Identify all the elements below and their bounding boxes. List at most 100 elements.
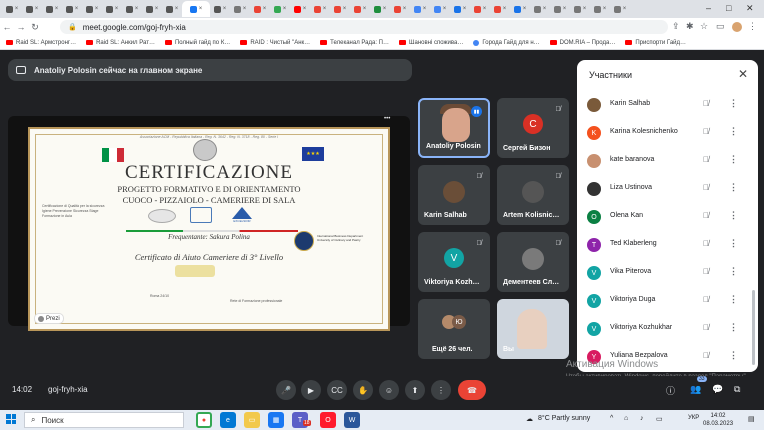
profile-avatar[interactable] — [732, 22, 742, 32]
reload-icon[interactable]: ↻ — [28, 22, 42, 33]
browser-tab[interactable]: × — [610, 1, 630, 17]
close-window-icon[interactable]: ✕ — [746, 3, 754, 14]
tab-close-icon[interactable]: × — [403, 6, 407, 12]
browser-tab[interactable]: × — [430, 1, 450, 17]
tab-close-icon[interactable]: × — [155, 6, 159, 12]
more-vert-icon[interactable]: ⋮ — [729, 210, 738, 221]
browser-tab[interactable]: × — [270, 1, 290, 17]
browser-tab[interactable]: × — [450, 1, 470, 17]
weather-icon[interactable]: ☁ — [526, 415, 533, 423]
mic-off-icon[interactable]: 🎙̸ — [703, 183, 709, 192]
bookmark-item[interactable]: Телеканал Рада: П… — [320, 40, 389, 46]
tile-participant[interactable]: 🎙̸ V Viktoriya Kozh… — [418, 232, 490, 292]
browser-tab[interactable]: × — [62, 1, 82, 17]
tab-close-icon[interactable]: × — [323, 6, 327, 12]
more-options-button[interactable]: ⋮ — [431, 380, 451, 400]
tab-close-icon[interactable]: × — [243, 6, 247, 12]
mic-off-icon[interactable]: 🎙̸ — [703, 267, 709, 276]
tab-close-icon[interactable]: × — [75, 6, 79, 12]
browser-tab[interactable]: × — [82, 1, 102, 17]
browser-tab[interactable]: × — [510, 1, 530, 17]
more-vert-icon[interactable]: ⋮ — [729, 238, 738, 249]
mic-off-icon[interactable]: 🎙̸ — [703, 211, 709, 220]
more-vert-icon[interactable]: ⋮ — [729, 126, 738, 137]
tab-close-icon[interactable]: × — [15, 6, 19, 12]
tile-participant[interactable]: 🎙̸ С Сергей Бизон — [497, 98, 569, 158]
more-vert-icon[interactable]: ⋮ — [729, 182, 738, 193]
minimize-icon[interactable]: – — [706, 3, 711, 13]
participant-row[interactable]: T Ted Klaberleng 🎙̸ ⋮ — [577, 232, 758, 258]
bookmark-item[interactable]: Raid SL: Армстронг… — [6, 40, 76, 46]
participant-row[interactable]: V Viktoriya Duga 🎙̸ ⋮ — [577, 288, 758, 314]
participant-row[interactable]: kate baranova 🎙̸ ⋮ — [577, 148, 758, 174]
bookmark-item[interactable]: Полный гайд по К… — [164, 40, 230, 46]
bookmark-item[interactable]: Города Гайд для н… — [473, 39, 540, 46]
tile-participant[interactable]: 🎙̸ Karin Salhab — [418, 165, 490, 225]
mic-button[interactable]: 🎤 — [276, 380, 296, 400]
more-vert-icon[interactable]: ⋮ — [729, 294, 738, 305]
browser-tab[interactable]: × — [470, 1, 490, 17]
browser-tab[interactable]: × — [410, 1, 430, 17]
participant-row[interactable]: K Karina Kolesnichenko 🎙̸ ⋮ — [577, 120, 758, 146]
taskbar-clock[interactable]: 14:02 08.03.2023 — [703, 412, 733, 428]
close-icon[interactable]: ✕ — [738, 67, 748, 81]
browser-tab[interactable]: × — [570, 1, 590, 17]
battery-icon[interactable]: ▭ — [656, 415, 663, 423]
taskbar-search[interactable]: ⌕ Поиск — [24, 412, 184, 428]
opera-icon[interactable]: O — [320, 412, 336, 428]
more-vert-icon[interactable]: ⋮ — [729, 98, 738, 109]
mic-off-icon[interactable]: 🎙̸ — [703, 239, 709, 248]
people-icon[interactable]: 👥 — [690, 384, 701, 395]
participant-row[interactable]: O Olena Kan 🎙̸ ⋮ — [577, 204, 758, 230]
extensions-icon[interactable]: ✱ — [686, 21, 694, 32]
tab-close-icon[interactable]: × — [55, 6, 59, 12]
tab-close-icon[interactable]: × — [523, 6, 527, 12]
tab-close-icon[interactable]: × — [563, 6, 567, 12]
bookmark-item[interactable]: Raid SL: Анкил Рат… — [86, 40, 155, 46]
tab-close-icon[interactable]: × — [603, 6, 607, 12]
browser-tab[interactable]: × — [490, 1, 510, 17]
tray-overflow-icon[interactable]: ^ — [610, 415, 613, 422]
bookmark-item[interactable]: DOM.RIA – Прода… — [549, 40, 615, 46]
tab-close-icon[interactable]: × — [583, 6, 587, 12]
forward-icon[interactable]: → — [14, 22, 28, 32]
tab-close-icon[interactable]: × — [503, 6, 507, 12]
network-icon[interactable]: ⌂ — [624, 415, 628, 422]
browser-tab[interactable]: × — [590, 1, 610, 17]
back-icon[interactable]: ← — [0, 22, 14, 32]
tab-close-icon[interactable]: × — [363, 6, 367, 12]
browser-tab[interactable]: × — [330, 1, 350, 17]
mic-off-icon[interactable]: 🎙̸ — [703, 155, 709, 164]
tab-close-icon[interactable]: × — [443, 6, 447, 12]
tile-speaker[interactable]: ▮▮ Anatoliy Polosin — [418, 98, 490, 158]
tile-participant[interactable]: 🎙̸ Artem Kolisnic… — [497, 165, 569, 225]
browser-tab[interactable]: × — [102, 1, 122, 17]
sidepanel-icon[interactable]: ▭ — [716, 21, 725, 32]
present-button[interactable]: ⬆ — [405, 380, 425, 400]
info-icon[interactable]: ⓘ — [666, 384, 675, 397]
more-vert-icon[interactable]: ⋮ — [729, 322, 738, 333]
bookmark-item[interactable]: RAID : Чистый "Анк… — [240, 40, 310, 46]
share-icon[interactable]: ⇪ — [672, 21, 680, 32]
browser-tab[interactable]: × — [250, 1, 270, 17]
browser-tab[interactable]: × — [310, 1, 330, 17]
reactions-button[interactable]: ☺ — [379, 380, 399, 400]
start-icon[interactable] — [6, 414, 16, 424]
weather-text[interactable]: 8°C Partly sunny — [538, 415, 590, 422]
edge-icon[interactable]: e — [220, 412, 236, 428]
tab-close-icon[interactable]: × — [483, 6, 487, 12]
tab-close-icon[interactable]: × — [135, 6, 139, 12]
volume-icon[interactable]: ♪ — [640, 415, 644, 422]
tab-close-icon[interactable]: × — [623, 6, 627, 12]
store-icon[interactable]: ▦ — [268, 412, 284, 428]
participant-row[interactable]: Liza Ustinova 🎙̸ ⋮ — [577, 176, 758, 202]
more-vert-icon[interactable]: ⋮ — [729, 266, 738, 277]
leave-call-button[interactable]: ☎ — [458, 380, 486, 400]
tab-close-icon[interactable]: × — [95, 6, 99, 12]
participant-row[interactable]: V Viktoriya Kozhukhar 🎙̸ ⋮ — [577, 316, 758, 342]
bookmark-item[interactable]: Приспорти Гайд… — [625, 40, 686, 46]
more-vert-icon[interactable]: ⋮ — [729, 350, 738, 361]
tab-close-icon[interactable]: × — [423, 6, 427, 12]
chrome-icon[interactable]: ● — [196, 412, 212, 428]
tab-close-icon[interactable]: × — [199, 6, 203, 12]
